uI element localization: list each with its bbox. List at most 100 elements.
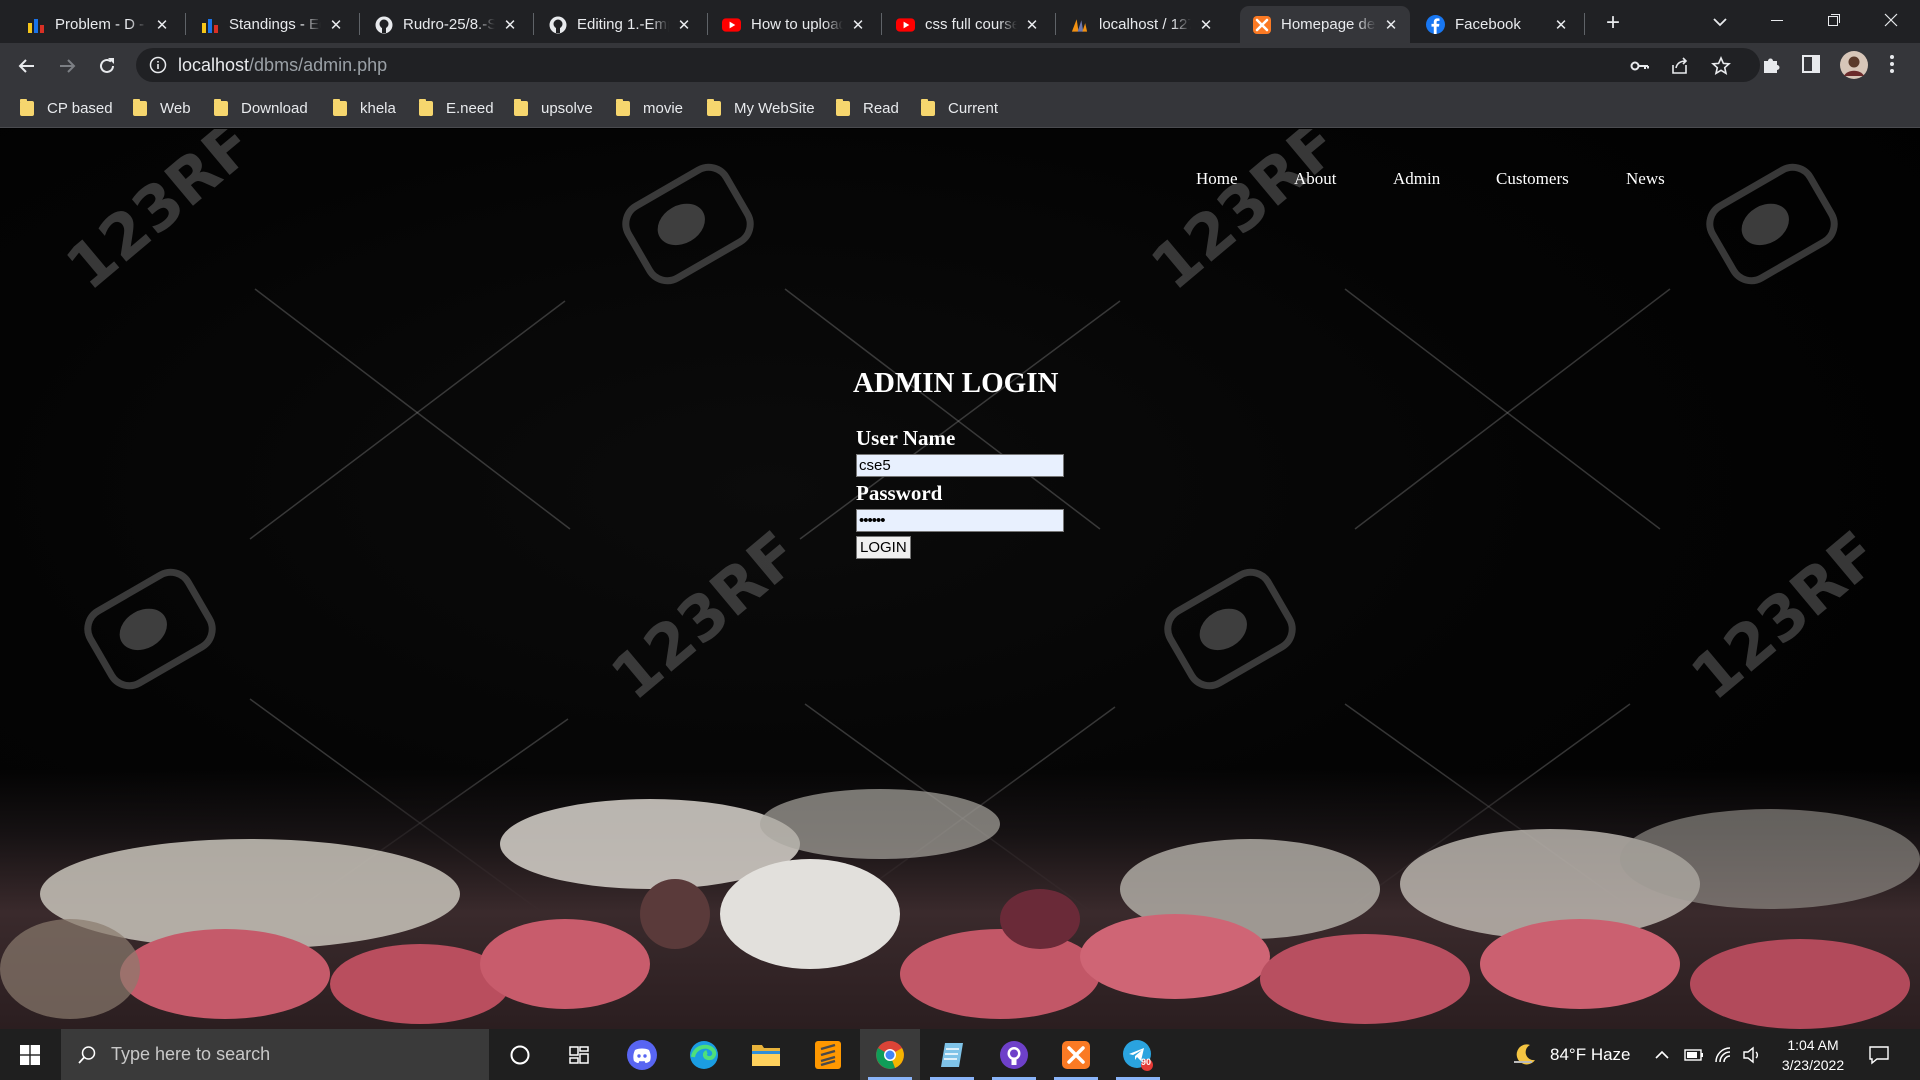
restore-icon[interactable] xyxy=(1806,0,1861,40)
reload-icon[interactable] xyxy=(92,51,122,81)
tab-separator xyxy=(1055,13,1056,35)
tab-separator xyxy=(359,13,360,35)
tab-separator xyxy=(185,13,186,35)
tab-css-course[interactable]: css full course ✕ xyxy=(884,6,1051,43)
new-tab-button[interactable]: + xyxy=(1599,9,1627,37)
cortana-icon[interactable] xyxy=(490,1029,550,1080)
nav-customers[interactable]: Customers xyxy=(1496,169,1569,189)
address-bar[interactable]: localhost/dbms/admin.php xyxy=(136,48,1760,82)
tab-separator xyxy=(1584,13,1585,35)
edge-icon[interactable] xyxy=(674,1029,734,1080)
volume-icon[interactable] xyxy=(1742,1029,1762,1080)
close-window-icon[interactable] xyxy=(1863,0,1918,40)
extensions-icon[interactable] xyxy=(1760,53,1784,77)
bookmark-current[interactable]: Current xyxy=(921,96,998,120)
url-path: /dbms/admin.php xyxy=(249,55,388,75)
bookmark-web[interactable]: Web xyxy=(133,96,191,120)
back-arrow-icon[interactable] xyxy=(12,51,42,81)
tab-problem[interactable]: Problem - D - Codeforces ✕ xyxy=(14,6,181,43)
task-view-icon[interactable] xyxy=(550,1029,610,1080)
battery-icon[interactable] xyxy=(1684,1029,1704,1080)
bookmark-cp-based[interactable]: CP based xyxy=(20,96,113,120)
star-icon[interactable] xyxy=(1711,56,1731,76)
url-text[interactable]: localhost/dbms/admin.php xyxy=(178,55,387,76)
page-viewport: 123RF 123RF 123RF 123RF Home About Admin… xyxy=(0,129,1920,1029)
password-label: Password xyxy=(856,481,943,505)
close-tab-icon[interactable]: ✕ xyxy=(1197,16,1215,34)
clock-date: 3/23/2022 xyxy=(1781,1057,1845,1073)
chrome-icon[interactable] xyxy=(860,1029,920,1080)
minimize-icon[interactable] xyxy=(1749,0,1804,40)
url-host: localhost xyxy=(178,55,250,75)
taskbar-search[interactable]: Type here to search xyxy=(61,1029,489,1080)
tab-how-to-upload[interactable]: How to upload ✕ xyxy=(710,6,877,43)
info-icon[interactable] xyxy=(149,56,167,74)
nav-about[interactable]: About xyxy=(1294,169,1337,189)
side-panel-icon[interactable] xyxy=(1800,53,1824,77)
forward-arrow-icon[interactable] xyxy=(52,51,82,81)
menu-dots-icon[interactable] xyxy=(1882,53,1906,77)
nav-home[interactable]: Home xyxy=(1196,169,1238,189)
xampp-icon xyxy=(1252,15,1271,34)
password-input[interactable]: •••••• xyxy=(856,509,1064,532)
github-desktop-icon[interactable] xyxy=(984,1029,1044,1080)
bookmark-my-website[interactable]: My WebSite xyxy=(707,96,815,120)
bookmark-eneed[interactable]: E.need xyxy=(419,96,494,120)
search-icon xyxy=(78,1045,96,1064)
login-button[interactable]: LOGIN xyxy=(856,536,911,559)
youtube-icon xyxy=(722,15,741,34)
wifi-icon[interactable] xyxy=(1714,1029,1734,1080)
youtube-icon xyxy=(896,15,915,34)
close-tab-icon[interactable]: ✕ xyxy=(501,16,519,34)
tray-chevron-icon[interactable] xyxy=(1654,1029,1670,1080)
tab-standings[interactable]: Standings - Educational ✕ xyxy=(188,6,355,43)
notification-icon[interactable] xyxy=(1868,1029,1890,1080)
telegram-badge: 90 xyxy=(1141,1057,1152,1067)
clock-time: 1:04 AM xyxy=(1787,1037,1839,1053)
windows-start-icon[interactable] xyxy=(0,1029,60,1080)
folder-icon xyxy=(921,98,935,116)
close-tab-icon[interactable]: ✕ xyxy=(1023,16,1041,34)
system-clock[interactable]: 1:04 AM 3/23/2022 xyxy=(1768,1035,1858,1075)
bookmark-movie[interactable]: movie xyxy=(616,96,683,120)
tab-homepage-design[interactable]: Homepage design ✕ xyxy=(1240,6,1410,43)
folder-icon xyxy=(419,98,433,116)
tab-search-icon[interactable] xyxy=(1708,10,1732,34)
close-tab-icon[interactable]: ✕ xyxy=(327,16,345,34)
username-input[interactable]: cse5 xyxy=(856,454,1064,477)
bookmark-download[interactable]: Download xyxy=(214,96,308,120)
weather-widget[interactable]: 84°F Haze xyxy=(1512,1029,1631,1080)
key-icon[interactable] xyxy=(1630,56,1650,76)
facebook-icon xyxy=(1426,15,1445,34)
profile-avatar[interactable] xyxy=(1840,51,1868,79)
tab-localhost[interactable]: localhost / 127.0.0.1 ✕ xyxy=(1058,6,1225,43)
share-icon[interactable] xyxy=(1670,56,1690,76)
close-tab-icon[interactable]: ✕ xyxy=(153,16,171,34)
weather-text: 84°F Haze xyxy=(1550,1044,1631,1064)
xampp-icon[interactable] xyxy=(1046,1029,1106,1080)
folder-icon xyxy=(707,98,721,116)
folder-icon xyxy=(836,98,850,116)
telegram-icon[interactable]: 90 xyxy=(1108,1029,1168,1080)
bookmark-read[interactable]: Read xyxy=(836,96,899,120)
browser-toolbar: localhost/dbms/admin.php xyxy=(0,43,1920,88)
close-tab-icon[interactable]: ✕ xyxy=(1552,16,1570,34)
bookmark-khela[interactable]: khela xyxy=(333,96,396,120)
tab-strip: Problem - D - Codeforces ✕ Standings - E… xyxy=(0,0,1920,43)
folder-icon xyxy=(214,98,228,116)
folder-icon xyxy=(616,98,630,116)
tab-facebook[interactable]: Facebook ✕ xyxy=(1414,6,1580,43)
nav-news[interactable]: News xyxy=(1626,169,1665,189)
bookmark-upsolve[interactable]: upsolve xyxy=(514,96,593,120)
notepad-icon[interactable] xyxy=(922,1029,982,1080)
nav-admin[interactable]: Admin xyxy=(1393,169,1440,189)
bookmarks-bar: CP based Web Download khela E.need upsol… xyxy=(0,88,1920,128)
tab-rudro[interactable]: Rudro-25/8.-Segment ✕ xyxy=(362,6,529,43)
file-explorer-icon[interactable] xyxy=(736,1029,796,1080)
close-tab-icon[interactable]: ✕ xyxy=(675,16,693,34)
close-tab-icon[interactable]: ✕ xyxy=(1382,16,1400,34)
tab-editing[interactable]: Editing 1.-Empty ✕ xyxy=(536,6,703,43)
close-tab-icon[interactable]: ✕ xyxy=(849,16,867,34)
discord-icon[interactable] xyxy=(612,1029,672,1080)
sublime-text-icon[interactable] xyxy=(798,1029,858,1080)
